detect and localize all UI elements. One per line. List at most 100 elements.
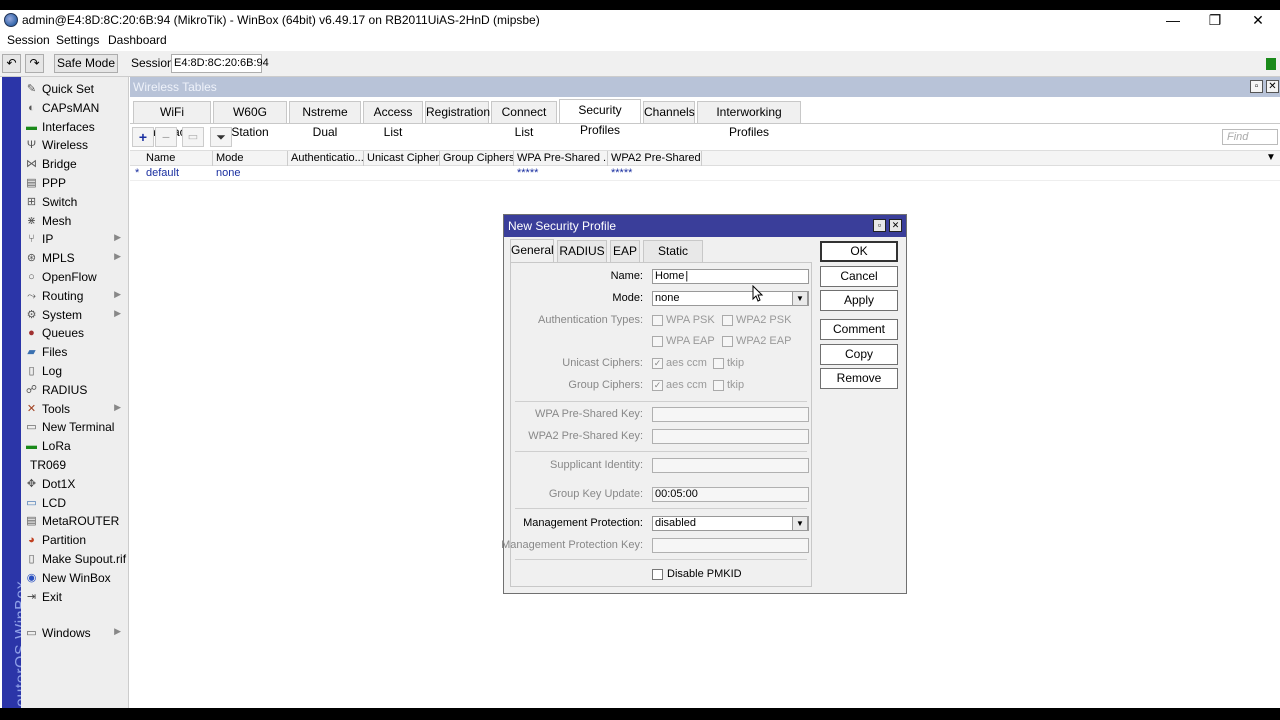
tab-radius[interactable]: RADIUS bbox=[557, 240, 607, 262]
wpa2-psk-checkbox[interactable] bbox=[722, 315, 733, 326]
sidebar-item-ip[interactable]: ⑂ IP ▶ bbox=[21, 230, 129, 248]
sidebar-item-switch[interactable]: ⊞ Switch bbox=[21, 193, 129, 211]
comment-button[interactable]: Comment bbox=[820, 319, 898, 340]
col-wpa2-psk[interactable]: WPA2 Pre-Shared... bbox=[608, 151, 702, 166]
sidebar-item-radius[interactable]: ☍ RADIUS bbox=[21, 381, 129, 399]
sidebar-item-label: Interfaces bbox=[42, 119, 95, 134]
ok-button[interactable]: OK bbox=[820, 241, 898, 262]
wireless-tables-title: Wireless Tables bbox=[133, 80, 217, 94]
name-input[interactable]: Home| bbox=[652, 269, 809, 284]
sidebar-item-queues[interactable]: ● Queues bbox=[21, 324, 129, 342]
mode-select[interactable]: none ▼ bbox=[652, 291, 809, 306]
undo-icon[interactable]: ↶ bbox=[2, 54, 21, 73]
wpa2-eap-checkbox[interactable] bbox=[722, 336, 733, 347]
redo-icon[interactable]: ↷ bbox=[25, 54, 44, 73]
col-unicast-ciphers[interactable]: Unicast Ciphers bbox=[364, 151, 440, 166]
wpa-psk-key-input[interactable] bbox=[652, 407, 809, 422]
group-key-update-input[interactable]: 00:05:00 bbox=[652, 487, 809, 502]
group-tkip-checkbox[interactable] bbox=[713, 380, 724, 391]
sidebar-item-system[interactable]: ⚙ System ▶ bbox=[21, 306, 129, 324]
tab-connect-list[interactable]: Connect List bbox=[491, 101, 557, 139]
tab-eap[interactable]: EAP bbox=[610, 240, 640, 262]
sidebar-item-files[interactable]: ▰ Files bbox=[21, 343, 129, 361]
sidebar-item-mesh[interactable]: ⋇ Mesh bbox=[21, 212, 129, 230]
tab-nstreme-dual[interactable]: Nstreme Dual bbox=[289, 101, 361, 139]
dialog-maximize-icon[interactable]: ▫ bbox=[873, 219, 886, 232]
mgmt-key-input[interactable] bbox=[652, 538, 809, 553]
dialog-close-icon[interactable]: ✕ bbox=[889, 219, 902, 232]
sidebar-item-make-supout-rif[interactable]: ▯ Make Supout.rif bbox=[21, 550, 129, 568]
sidebar-item-interfaces[interactable]: ▬ Interfaces bbox=[21, 118, 129, 136]
filter-icon[interactable]: ⏷ bbox=[210, 127, 232, 147]
sidebar-item-tools[interactable]: ✕ Tools ▶ bbox=[21, 400, 129, 418]
col-authentication[interactable]: Authenticatio... bbox=[288, 151, 364, 166]
comment-icon[interactable]: ▭ bbox=[182, 127, 204, 147]
col-group-ciphers[interactable]: Group Ciphers bbox=[440, 151, 514, 166]
find-input[interactable]: Find bbox=[1222, 129, 1278, 145]
col-name[interactable]: Name bbox=[143, 151, 213, 166]
unicast-aes-checkbox[interactable]: ✓ bbox=[652, 358, 663, 369]
copy-button[interactable]: Copy bbox=[820, 344, 898, 365]
tab-security-profiles[interactable]: Security Profiles bbox=[559, 99, 641, 137]
sidebar-item-metarouter[interactable]: ▤ MetaROUTER bbox=[21, 512, 129, 530]
session-field[interactable]: E4:8D:8C:20:6B:94 bbox=[171, 54, 269, 73]
group-aes-checkbox[interactable]: ✓ bbox=[652, 380, 663, 391]
sidebar-item-exit[interactable]: ⇥ Exit bbox=[21, 588, 129, 606]
tab-registration[interactable]: Registration bbox=[425, 101, 490, 123]
minimize-button[interactable]: — bbox=[1158, 11, 1188, 29]
columns-dropdown-icon[interactable]: ▼ bbox=[1266, 152, 1276, 163]
sidebar-item-partition[interactable]: ◕ Partition bbox=[21, 531, 129, 549]
mgmt-protection-dropdown-icon[interactable]: ▼ bbox=[792, 516, 808, 531]
menu-settings[interactable]: Settings bbox=[56, 33, 99, 47]
supplicant-identity-input[interactable] bbox=[652, 458, 809, 473]
mgmt-protection-select[interactable]: disabled ▼ bbox=[652, 516, 809, 531]
cancel-button[interactable]: Cancel bbox=[820, 266, 898, 287]
sidebar-item-ppp[interactable]: ▤ PPP bbox=[21, 174, 129, 192]
sidebar-item-tr069[interactable]: TR069 bbox=[21, 456, 129, 474]
wpa-psk-checkbox[interactable] bbox=[652, 315, 663, 326]
close-window-button[interactable]: ✕ bbox=[1243, 11, 1273, 29]
col-mode[interactable]: Mode bbox=[213, 151, 288, 166]
disable-pmkid-checkbox[interactable] bbox=[652, 569, 663, 580]
safe-mode-button[interactable]: Safe Mode bbox=[54, 54, 118, 73]
sidebar-item-new-winbox[interactable]: ◉ New WinBox bbox=[21, 569, 129, 587]
sidebar-item-new-terminal[interactable]: ▭ New Terminal bbox=[21, 418, 129, 436]
sidebar-item-openflow[interactable]: ○ OpenFlow bbox=[21, 268, 129, 286]
tab-wifi-interfaces[interactable]: WiFi Interfaces bbox=[133, 101, 211, 139]
sidebar-item-mpls[interactable]: ⊛ MPLS ▶ bbox=[21, 249, 129, 267]
remove-icon[interactable]: − bbox=[155, 127, 177, 147]
menu-session[interactable]: Session bbox=[7, 33, 50, 47]
sidebar-item-wireless[interactable]: Ψ Wireless bbox=[21, 136, 129, 154]
col-wpa-psk[interactable]: WPA Pre-Shared ... bbox=[514, 151, 608, 166]
unicast-tkip-checkbox[interactable] bbox=[713, 358, 724, 369]
tools-icon: ✕ bbox=[26, 402, 37, 415]
sidebar-item-routing[interactable]: ⤳ Routing ▶ bbox=[21, 287, 129, 305]
restore-button[interactable]: ❐ bbox=[1200, 11, 1230, 29]
brand-text: RouterOS WinBox bbox=[13, 580, 21, 708]
tab-interworking-profiles[interactable]: Interworking Profiles bbox=[697, 101, 801, 139]
add-icon[interactable]: + bbox=[132, 127, 154, 147]
sidebar-item-dot1x[interactable]: ✥ Dot1X bbox=[21, 475, 129, 493]
sidebar-item-lora[interactable]: ▬ LoRa bbox=[21, 437, 129, 455]
sidebar-item-lcd[interactable]: ▭ LCD bbox=[21, 494, 129, 512]
sidebar-item-bridge[interactable]: ⋈ Bridge bbox=[21, 155, 129, 173]
sidebar-item-capsman[interactable]: ◐ CAPsMAN bbox=[21, 99, 129, 117]
tab-w60g-station[interactable]: W60G Station bbox=[213, 101, 287, 139]
table-row[interactable]: * default none ***** ***** bbox=[130, 166, 1280, 181]
wpa2-psk-key-input[interactable] bbox=[652, 429, 809, 444]
remove-button[interactable]: Remove bbox=[820, 368, 898, 389]
close-icon[interactable]: ✕ bbox=[1266, 80, 1279, 93]
sidebar-item-log[interactable]: ▯ Log bbox=[21, 362, 129, 380]
menu-dashboard[interactable]: Dashboard bbox=[108, 33, 167, 47]
maximize-icon[interactable]: ▫ bbox=[1250, 80, 1263, 93]
sidebar-item-windows[interactable]: ▭ Windows ▶ bbox=[21, 624, 129, 642]
wpa-eap-checkbox[interactable] bbox=[652, 336, 663, 347]
sidebar-item-quick-set[interactable]: ✎ Quick Set bbox=[21, 80, 129, 98]
tab-static-keys[interactable]: Static Keys bbox=[643, 240, 703, 278]
apply-button[interactable]: Apply bbox=[820, 290, 898, 311]
tab-channels[interactable]: Channels bbox=[643, 101, 695, 123]
new-security-profile-dialog: New Security Profile ▫ ✕ General RADIUS … bbox=[501, 214, 907, 594]
tab-access-list[interactable]: Access List bbox=[363, 101, 423, 139]
mode-dropdown-icon[interactable]: ▼ bbox=[792, 291, 808, 306]
tab-general[interactable]: General bbox=[510, 239, 554, 262]
